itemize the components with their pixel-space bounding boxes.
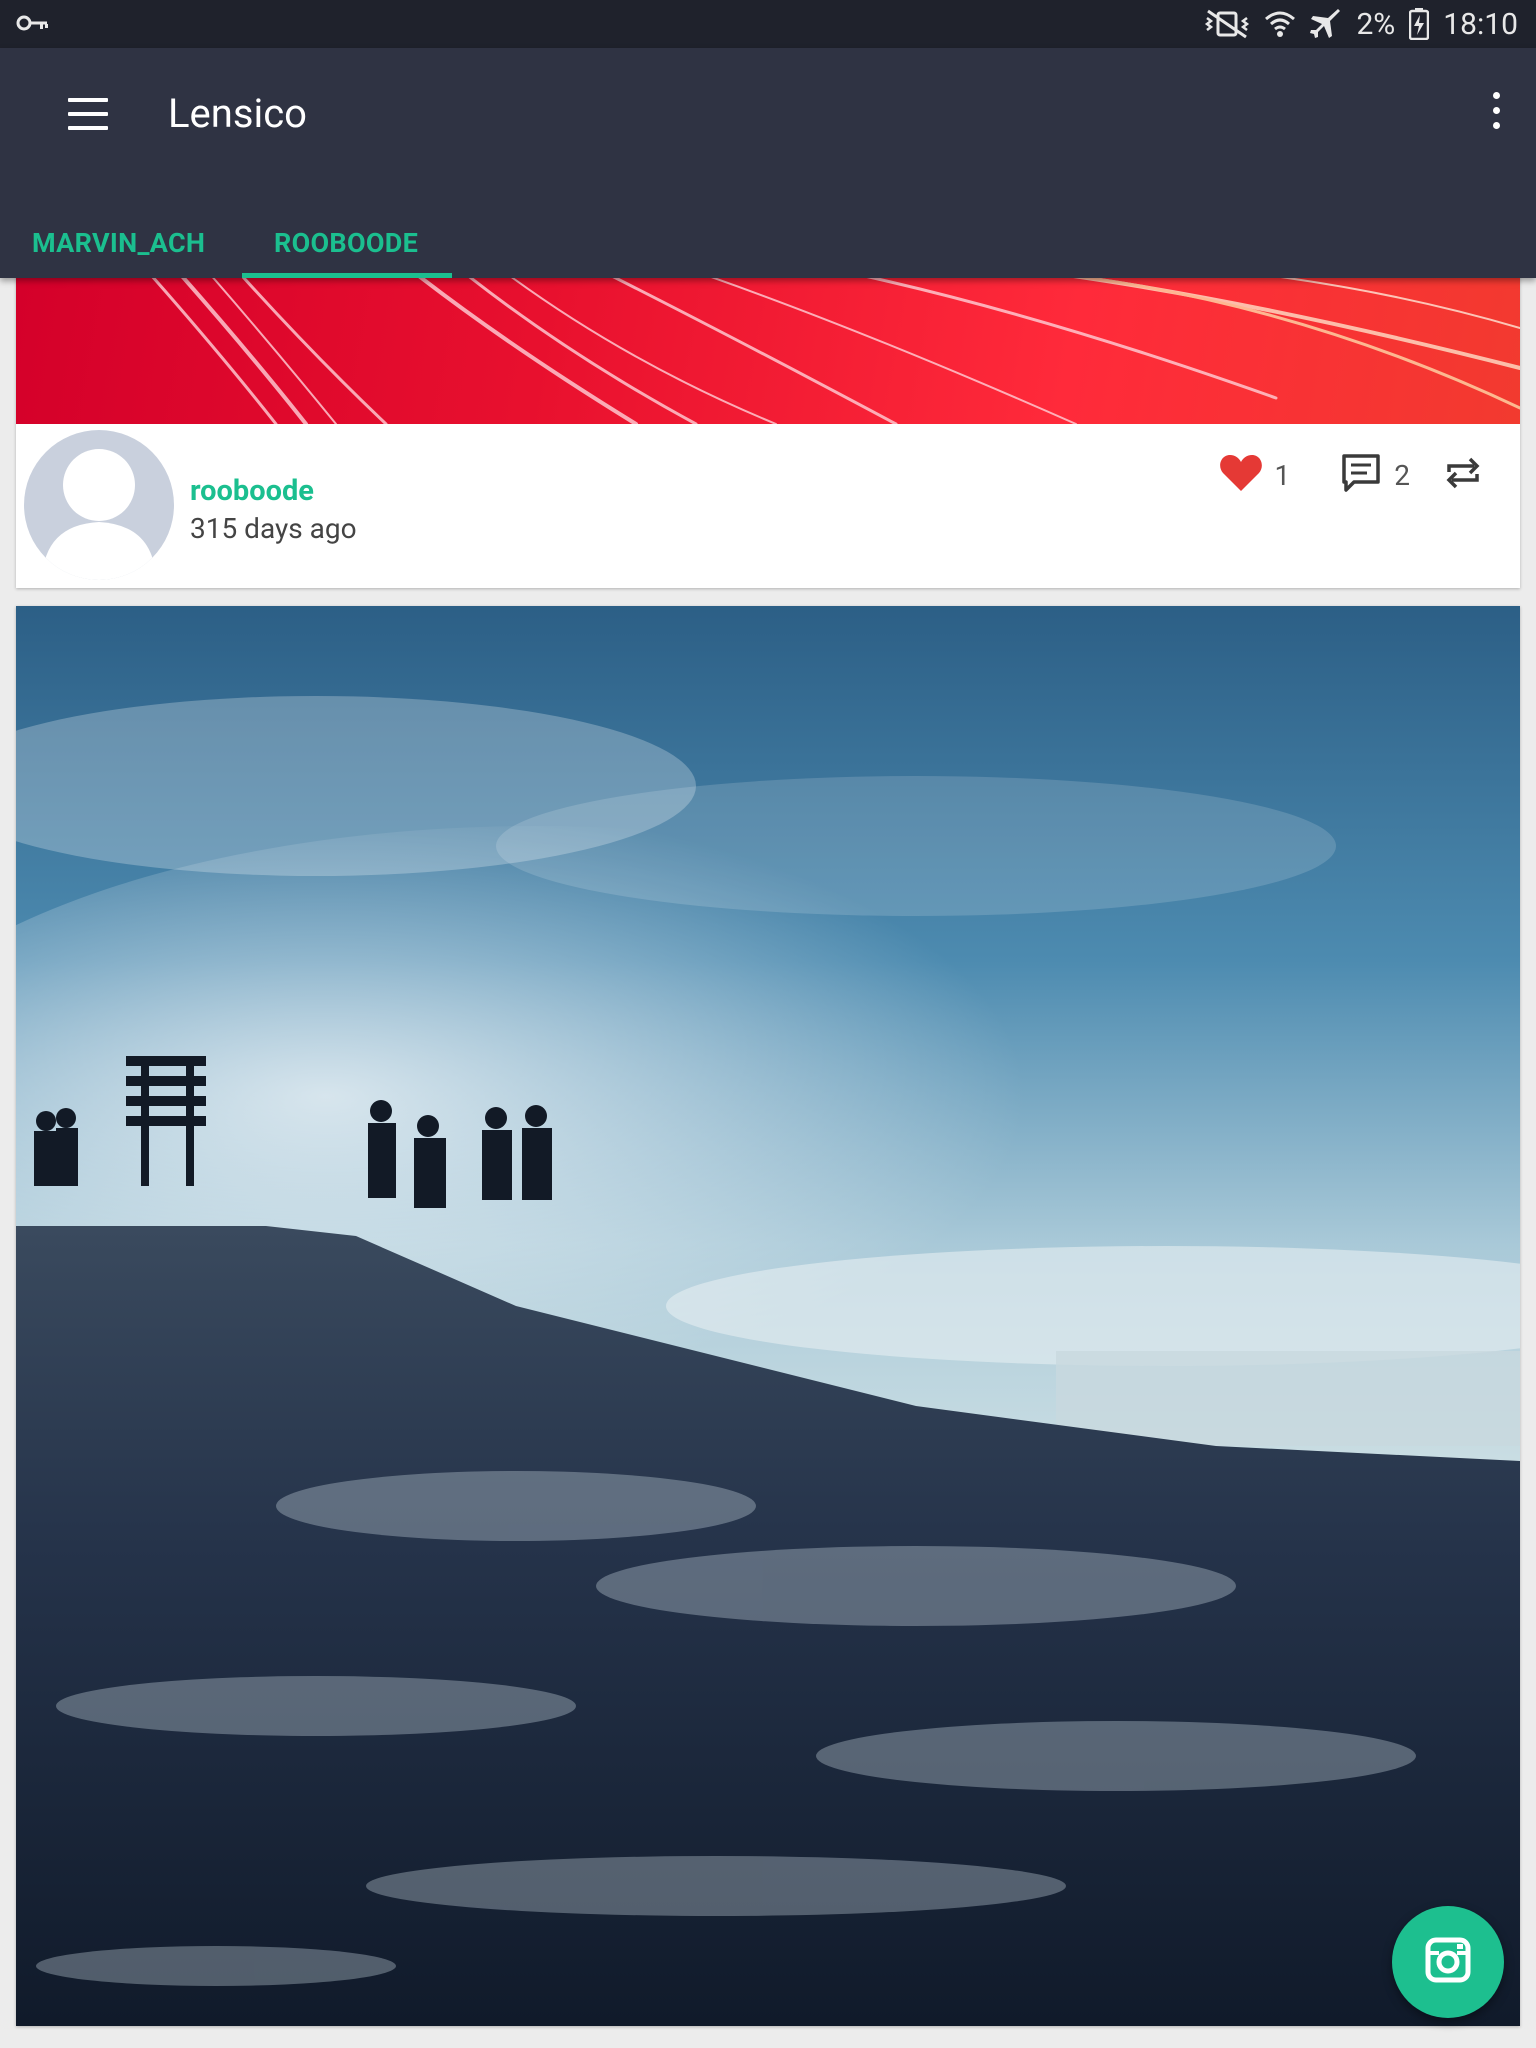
battery-charging-icon xyxy=(1409,8,1430,40)
key-icon xyxy=(16,14,50,36)
more-vert-icon[interactable] xyxy=(1486,92,1506,132)
app-bar: Lensico MARVIN_ACH ROOBOODE xyxy=(0,48,1536,278)
instagram-camera-button[interactable] xyxy=(1392,1906,1504,2018)
comment-button[interactable]: 2 xyxy=(1340,452,1410,498)
clock: 18:10 xyxy=(1443,6,1518,42)
repost-button[interactable] xyxy=(1444,454,1482,496)
post-username[interactable]: rooboode xyxy=(190,474,314,508)
avatar[interactable] xyxy=(24,430,174,580)
post-time: 315 days ago xyxy=(190,512,357,545)
tab-marvin-ach[interactable]: MARVIN_ACH xyxy=(0,208,242,278)
mountain-summit-photo[interactable] xyxy=(16,606,1520,2026)
feed[interactable]: rooboode 315 days ago 1 2 xyxy=(0,278,1536,2048)
comment-count: 2 xyxy=(1394,458,1410,492)
like-button[interactable]: 1 xyxy=(1219,453,1291,497)
status-bar: 2% 18:10 xyxy=(0,0,1536,48)
comment-icon xyxy=(1340,452,1382,498)
repost-icon xyxy=(1444,454,1482,496)
app-title: Lensico xyxy=(168,90,307,137)
red-streaks-photo[interactable] xyxy=(16,278,1520,424)
wifi-icon xyxy=(1264,9,1296,39)
airplane-icon xyxy=(1310,8,1342,40)
vibrate-mute-icon xyxy=(1204,9,1250,39)
heart-icon xyxy=(1219,453,1263,497)
battery-percent: 2% xyxy=(1356,6,1396,42)
tab-bar: MARVIN_ACH ROOBOODE xyxy=(0,208,452,278)
tab-rooboode[interactable]: ROOBOODE xyxy=(242,208,452,278)
hamburger-menu-icon[interactable] xyxy=(68,98,108,130)
post-meta: rooboode 315 days ago 1 2 xyxy=(16,424,1520,588)
post-card: rooboode 315 days ago 1 2 xyxy=(16,278,1520,588)
instagram-camera-icon xyxy=(1425,1937,1471,1987)
post-actions: 1 2 xyxy=(1219,452,1483,498)
like-count: 1 xyxy=(1274,458,1291,492)
